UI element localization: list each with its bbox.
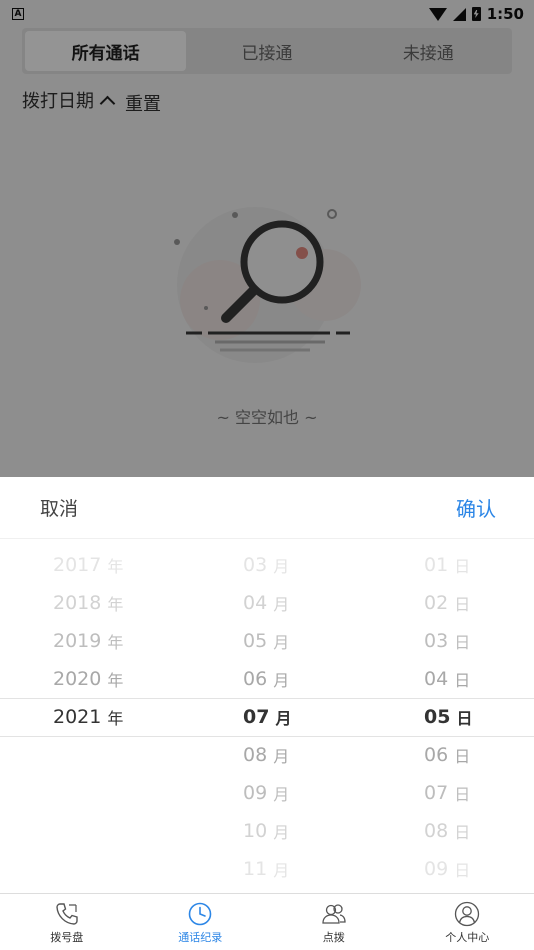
day-wheel[interactable]: 01 日 02 日 03 日 04 日 05 日 06 日 07 日 08 日 09 日 xyxy=(356,539,534,895)
day-option[interactable]: 04 日 xyxy=(356,660,534,698)
confirm-button[interactable]: 确认 xyxy=(456,493,496,522)
day-value: 08 xyxy=(424,820,449,842)
day-value: 09 xyxy=(424,858,449,880)
nav-label: 点拨 xyxy=(322,931,345,944)
day-value: 07 xyxy=(424,782,449,804)
year-option[interactable]: 2018 年 xyxy=(0,584,178,622)
day-unit: 日 xyxy=(454,557,471,576)
day-value: 01 xyxy=(424,554,449,576)
nav-item-dianbo[interactable]: 点拨 xyxy=(267,894,401,950)
month-unit: 月 xyxy=(275,709,292,728)
day-value: 06 xyxy=(424,744,449,766)
phone-icon xyxy=(56,903,78,925)
month-unit: 月 xyxy=(273,671,290,690)
month-unit: 月 xyxy=(273,861,290,880)
month-option[interactable]: 06 月 xyxy=(178,660,356,698)
day-value: 04 xyxy=(424,668,449,690)
month-option[interactable]: 07 月 xyxy=(178,698,356,736)
year-value: 2018 xyxy=(53,592,102,614)
day-option[interactable]: 05 日 xyxy=(356,698,534,736)
year-unit: 年 xyxy=(107,557,124,576)
month-unit: 月 xyxy=(273,823,290,842)
year-value: 2019 xyxy=(53,630,102,652)
call-records-page: A 1:50 所有通话 已接通 未接通 拨打日期 重置 ~ 空空如也 ~ 取消 … xyxy=(0,0,534,950)
day-option[interactable]: 09 日 xyxy=(356,850,534,888)
month-unit: 月 xyxy=(273,785,290,804)
day-unit: 日 xyxy=(454,861,471,880)
month-value: 09 xyxy=(243,782,268,804)
selection-top-line xyxy=(0,698,534,699)
day-unit: 日 xyxy=(454,595,471,614)
month-wheel[interactable]: 03 月 04 月 05 月 06 月 07 月 08 月 09 月 10 月 11 月 xyxy=(178,539,356,895)
year-unit: 年 xyxy=(107,709,124,728)
year-unit: 年 xyxy=(107,671,124,690)
day-unit: 日 xyxy=(456,709,473,728)
day-unit: 日 xyxy=(454,747,471,766)
year-unit: 年 xyxy=(107,633,124,652)
year-option[interactable]: 2017 年 xyxy=(0,546,178,584)
month-option[interactable]: 03 月 xyxy=(178,546,356,584)
month-value: 10 xyxy=(243,820,268,842)
day-unit: 日 xyxy=(454,785,471,804)
day-option[interactable]: 03 日 xyxy=(356,622,534,660)
nav-label: 通话纪录 xyxy=(178,931,223,944)
day-value: 03 xyxy=(424,630,449,652)
nav-label: 个人中心 xyxy=(445,931,490,944)
nav-item-dialpad[interactable]: 拨号盘 xyxy=(0,894,134,950)
day-option[interactable]: 02 日 xyxy=(356,584,534,622)
month-option[interactable]: 04 月 xyxy=(178,584,356,622)
date-picker-sheet: 取消 确认 2017 年 2018 年 2019 年 2020 年 2021 年 03 月 04 月 05… xyxy=(0,477,534,895)
day-value: 02 xyxy=(424,592,449,614)
year-unit: 年 xyxy=(107,595,124,614)
date-picker-header: 取消 确认 xyxy=(0,477,534,539)
clock-icon xyxy=(188,902,212,926)
day-unit: 日 xyxy=(454,633,471,652)
month-unit: 月 xyxy=(273,747,290,766)
month-option[interactable]: 09 月 xyxy=(178,774,356,812)
month-value: 08 xyxy=(243,744,268,766)
nav-label: 拨号盘 xyxy=(50,931,84,944)
day-unit: 日 xyxy=(454,671,471,690)
month-value: 04 xyxy=(243,592,268,614)
date-picker-wheels: 2017 年 2018 年 2019 年 2020 年 2021 年 03 月 04 月 05 月 06 月 07… xyxy=(0,539,534,895)
month-value: 03 xyxy=(243,554,268,576)
selection-bottom-line xyxy=(0,736,534,737)
nav-item-call-records[interactable]: 通话纪录 xyxy=(134,894,268,950)
year-wheel[interactable]: 2017 年 2018 年 2019 年 2020 年 2021 年 xyxy=(0,539,178,895)
month-option[interactable]: 11 月 xyxy=(178,850,356,888)
month-unit: 月 xyxy=(273,595,290,614)
month-unit: 月 xyxy=(273,557,290,576)
month-option[interactable]: 05 月 xyxy=(178,622,356,660)
year-value: 2021 xyxy=(53,706,102,728)
users-icon xyxy=(322,904,346,924)
month-option[interactable]: 10 月 xyxy=(178,812,356,850)
day-option[interactable]: 08 日 xyxy=(356,812,534,850)
nav-item-profile[interactable]: 个人中心 xyxy=(401,894,534,950)
user-icon xyxy=(455,901,480,927)
year-option[interactable]: 2021 年 xyxy=(0,698,178,736)
month-value: 07 xyxy=(243,706,270,728)
year-value: 2020 xyxy=(53,668,102,690)
month-value: 05 xyxy=(243,630,268,652)
year-value: 2017 xyxy=(53,554,102,576)
day-unit: 日 xyxy=(454,823,471,842)
day-option[interactable]: 06 日 xyxy=(356,736,534,774)
day-value: 05 xyxy=(424,706,451,728)
month-value: 11 xyxy=(243,858,268,880)
year-option[interactable]: 2019 年 xyxy=(0,622,178,660)
day-option[interactable]: 07 日 xyxy=(356,774,534,812)
day-option[interactable]: 01 日 xyxy=(356,546,534,584)
month-value: 06 xyxy=(243,668,268,690)
month-unit: 月 xyxy=(273,633,290,652)
bottom-nav: 拨号盘 通话纪录 点拨 个人中心 xyxy=(0,893,534,950)
cancel-button[interactable]: 取消 xyxy=(40,494,78,521)
month-option[interactable]: 08 月 xyxy=(178,736,356,774)
year-option[interactable]: 2020 年 xyxy=(0,660,178,698)
